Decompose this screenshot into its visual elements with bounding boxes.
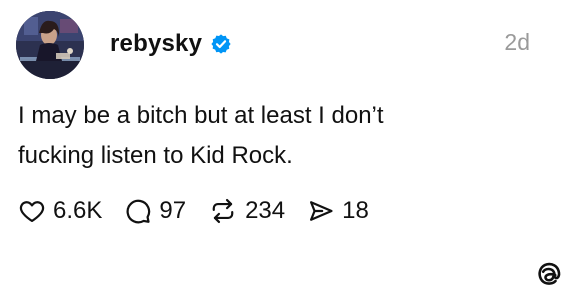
reply-count: 97 (159, 197, 187, 224)
reply-button[interactable]: 97 (124, 197, 186, 225)
like-button[interactable]: 6.6K (18, 197, 102, 225)
avatar-image (16, 11, 84, 79)
post-text-line-1: I may be a bitch but at least I don’t (18, 102, 384, 129)
repost-count: 234 (245, 197, 286, 224)
action-bar: 6.6K 97 234 18 (18, 194, 391, 228)
threads-logo-icon (534, 261, 564, 291)
share-count: 18 (342, 197, 369, 224)
verified-badge-icon (211, 34, 231, 54)
post-text-line-2: fucking listen to Kid Rock. (18, 142, 293, 169)
repost-button[interactable]: 234 (208, 197, 285, 225)
heart-icon (19, 201, 45, 223)
post-timestamp: 2d (504, 29, 530, 55)
paper-plane-icon (310, 201, 333, 221)
post-text: I may be a bitch but at least I don’t fu… (18, 96, 538, 176)
avatar[interactable] (16, 11, 84, 79)
repost-arrows-icon (212, 198, 234, 224)
author-row: rebysky (110, 27, 232, 61)
username[interactable]: rebysky (110, 30, 202, 58)
like-count: 6.6K (53, 197, 103, 224)
share-button[interactable]: 18 (307, 197, 369, 225)
post-card: rebysky 2d I may be a bitch but at least… (0, 0, 578, 300)
speech-bubble-icon (126, 199, 151, 224)
